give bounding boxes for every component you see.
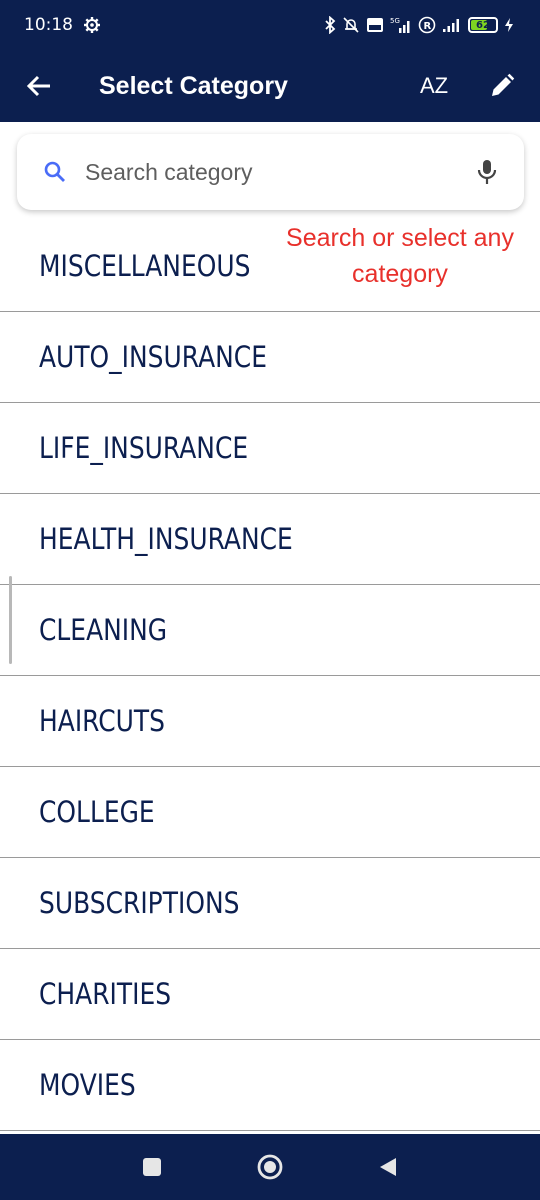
charging-bolt-icon: [504, 17, 514, 33]
system-nav-bar: [0, 1134, 540, 1200]
bluetooth-icon: [324, 16, 336, 34]
back-button[interactable]: [0, 50, 78, 122]
list-item-category[interactable]: LIFE_INSURANCE: [0, 403, 540, 494]
category-label: AUTO_INSURANCE: [39, 340, 267, 374]
status-right: 5G R 62: [324, 16, 514, 34]
category-label: SUBSCRIPTIONS: [39, 886, 240, 920]
back-arrow-icon: [26, 75, 50, 97]
status-left: 10:18: [24, 15, 101, 35]
list-item-category[interactable]: CLEANING: [0, 585, 540, 676]
category-list: MISCELLANEOUS AUTO_INSURANCE LIFE_INSURA…: [0, 220, 540, 1131]
nav-back-button[interactable]: [329, 1134, 447, 1200]
mic-icon[interactable]: [476, 158, 498, 186]
search-input[interactable]: [85, 158, 476, 186]
scrollbar-thumb[interactable]: [9, 576, 12, 664]
pencil-icon: [492, 73, 515, 96]
svg-text:R: R: [424, 21, 432, 32]
status-time: 10:18: [24, 15, 73, 35]
svg-text:5G: 5G: [390, 17, 400, 25]
category-label: COLLEGE: [39, 795, 155, 829]
signal-icon: [442, 17, 462, 33]
home-button[interactable]: [211, 1134, 329, 1200]
sort-az-icon: AZ: [420, 73, 448, 99]
list-item-category[interactable]: MOVIES: [0, 1040, 540, 1131]
app-bar: Select Category AZ: [0, 50, 540, 122]
roaming-r-icon: R: [418, 16, 436, 34]
list-item-category[interactable]: HAIRCUTS: [0, 676, 540, 767]
5g-signal-icon: 5G: [390, 16, 412, 34]
circle-home-icon: [257, 1154, 283, 1180]
category-label: CHARITIES: [39, 977, 172, 1011]
list-item-category[interactable]: AUTO_INSURANCE: [0, 312, 540, 403]
edit-button[interactable]: [468, 50, 536, 122]
settings-gear-icon: [83, 16, 101, 34]
battery-icon: 62: [468, 17, 498, 33]
list-item-category[interactable]: CHARITIES: [0, 949, 540, 1040]
category-label: HEALTH_INSURANCE: [39, 522, 293, 556]
search-icon: [44, 161, 65, 182]
list-item-category[interactable]: COLLEGE: [0, 767, 540, 858]
search-bar: [17, 134, 524, 210]
category-label: CLEANING: [39, 613, 168, 647]
recents-button[interactable]: [93, 1134, 211, 1200]
page-title: Select Category: [99, 71, 288, 100]
battery-level: 62: [476, 19, 490, 31]
category-label: MISCELLANEOUS: [39, 248, 251, 283]
hint-text: Search or select any category: [286, 224, 514, 288]
volte-icon: [366, 17, 384, 33]
category-label: LIFE_INSURANCE: [39, 431, 249, 465]
square-recents-icon: [143, 1158, 161, 1176]
triangle-back-icon: [380, 1158, 396, 1176]
category-label: HAIRCUTS: [39, 704, 166, 738]
category-label: MOVIES: [39, 1068, 136, 1102]
list-item-category[interactable]: HEALTH_INSURANCE: [0, 494, 540, 585]
status-bar: 10:18 5G R 62: [0, 0, 540, 50]
sort-az-label: AZ: [419, 73, 449, 98]
mute-bell-icon: [342, 16, 360, 34]
sort-az-button[interactable]: AZ: [400, 50, 468, 122]
list-item-category[interactable]: SUBSCRIPTIONS: [0, 858, 540, 949]
